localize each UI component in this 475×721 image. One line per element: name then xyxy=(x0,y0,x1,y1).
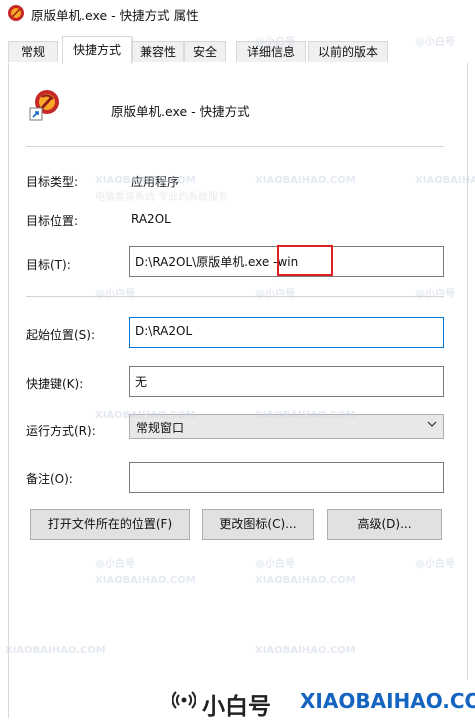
banner-site-text: XIAOBAIHAO.COM xyxy=(300,689,475,713)
separator xyxy=(26,296,444,297)
comment-input[interactable] xyxy=(129,462,444,493)
tab-details[interactable]: 详细信息 xyxy=(236,41,306,62)
tab-general[interactable]: 常规 xyxy=(8,41,58,62)
window-title: 原版单机.exe - 快捷方式 属性 xyxy=(31,8,199,23)
change-icon-button[interactable]: 更改图标(C)... xyxy=(202,509,314,540)
open-file-location-button[interactable]: 打开文件所在的位置(F) xyxy=(30,509,190,540)
run-select-value: 常规窗口 xyxy=(136,421,185,435)
target-location-value: RA2OL xyxy=(131,212,171,226)
broadcast-icon xyxy=(172,691,196,709)
hotkey-label: 快捷键(K): xyxy=(26,377,84,391)
app-icon xyxy=(8,5,24,21)
separator xyxy=(26,146,444,147)
run-select[interactable]: 常规窗口 xyxy=(129,414,444,439)
target-location-label: 目标位置: xyxy=(26,214,79,228)
hotkey-input[interactable]: 无 xyxy=(129,366,444,397)
tab-compatibility[interactable]: 兼容性 xyxy=(132,41,184,62)
tab-previous-versions[interactable]: 以前的版本 xyxy=(308,41,388,62)
shortcut-name: 原版单机.exe - 快捷方式 xyxy=(111,104,250,119)
start-in-label: 起始位置(S): xyxy=(26,328,96,342)
chevron-down-icon xyxy=(427,421,437,427)
title-bar: 原版单机.exe - 快捷方式 属性 xyxy=(0,0,475,26)
shortcut-file-icon xyxy=(29,90,59,121)
target-type-label: 目标类型: xyxy=(26,175,79,189)
tab-shortcut[interactable]: 快捷方式 xyxy=(62,36,132,64)
start-in-input[interactable]: D:\RA2OL xyxy=(129,317,444,348)
banner-logo-text: 小白号 xyxy=(202,694,271,720)
run-label: 运行方式(R): xyxy=(26,424,96,438)
target-label: 目标(T): xyxy=(26,258,71,272)
advanced-button[interactable]: 高级(D)... xyxy=(327,509,442,540)
tab-bar: 常规 快捷方式 兼容性 安全 详细信息 以前的版本 xyxy=(8,36,468,64)
comment-label: 备注(O): xyxy=(26,472,73,486)
tab-security[interactable]: 安全 xyxy=(184,41,226,62)
highlight-box xyxy=(277,245,333,276)
target-type-value: 应用程序 xyxy=(131,175,180,189)
